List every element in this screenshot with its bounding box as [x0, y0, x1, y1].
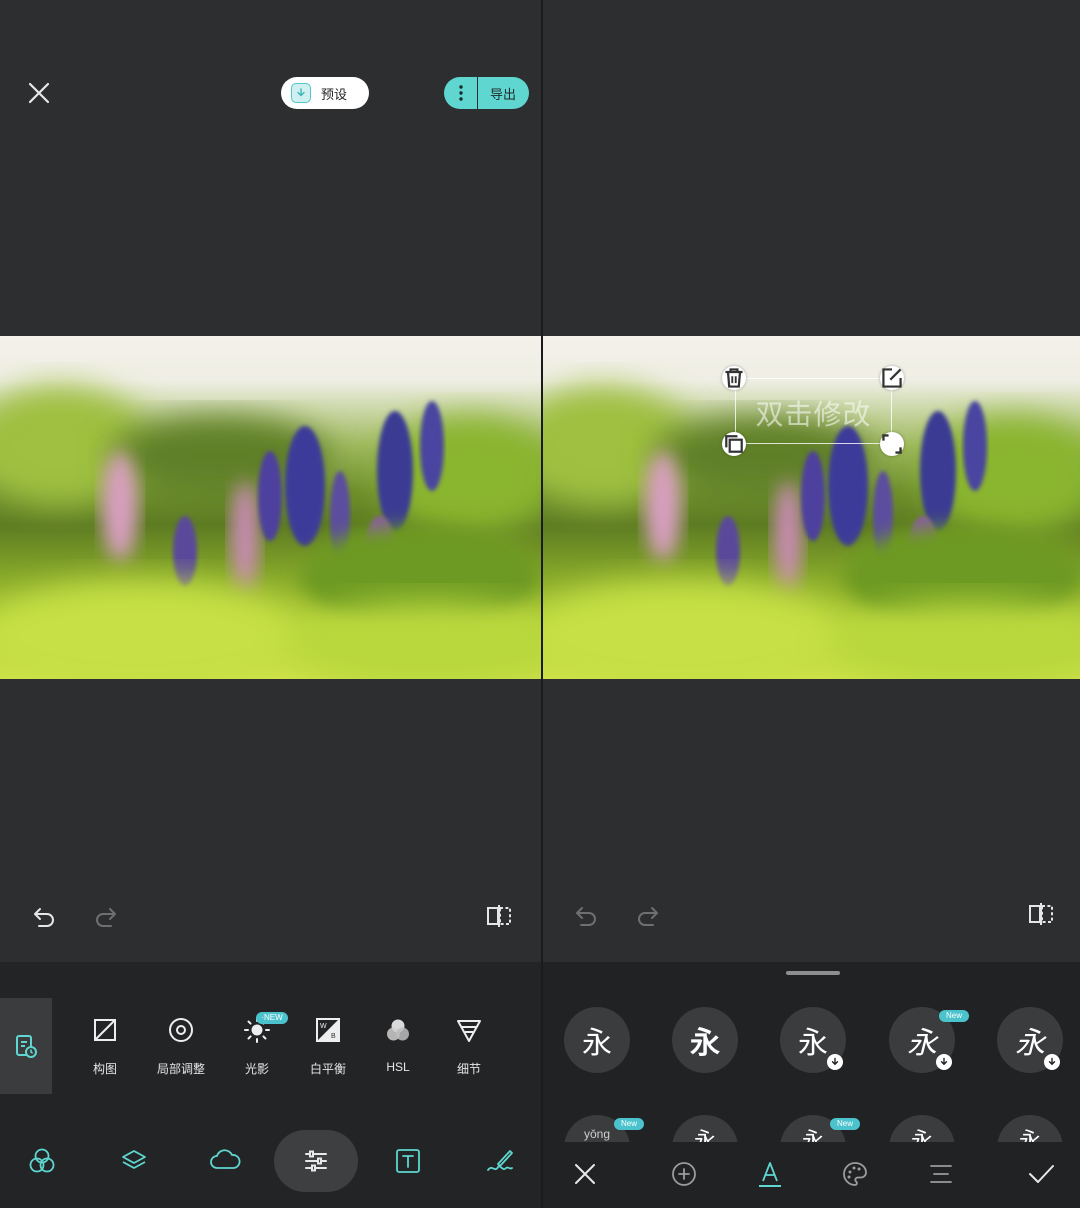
undo-icon[interactable] [28, 900, 60, 932]
font-sample: 永 [798, 1028, 828, 1063]
font-option[interactable]: 永 [564, 1007, 630, 1073]
text-overlay-placeholder[interactable]: 双击修改 [736, 393, 891, 433]
font-option[interactable]: 永 [672, 1007, 738, 1073]
tool-detail-label: 细节 [456, 1062, 481, 1076]
tab-color[interactable] [830, 1152, 880, 1196]
detail-icon [453, 1014, 485, 1046]
tool-hsl-label: HSL [386, 1060, 410, 1074]
tool-local-adjust[interactable]: 局部调整 [146, 1014, 216, 1077]
tool-local-adjust-label: 局部调整 [156, 1062, 205, 1076]
redo-icon[interactable] [632, 899, 664, 931]
undo-icon[interactable] [570, 899, 602, 931]
edit-text-icon[interactable] [880, 366, 904, 390]
new-badge: New [939, 1010, 969, 1022]
svg-text:B: B [331, 1033, 336, 1040]
confirm-button[interactable] [1016, 1152, 1066, 1196]
palette-icon [843, 1162, 867, 1186]
resize-text-icon[interactable] [880, 432, 904, 456]
font-sample: 永 [690, 1027, 720, 1060]
cloud-icon [210, 1149, 241, 1169]
new-badge: New [614, 1118, 644, 1130]
add-text-button[interactable] [659, 1152, 709, 1196]
nav-adjust[interactable] [274, 1130, 358, 1192]
nav-sky[interactable] [183, 1130, 267, 1192]
tab-bar [543, 1142, 1080, 1208]
tool-white-balance[interactable]: WB 白平衡 [293, 1014, 363, 1077]
export-label: 导出 [490, 86, 517, 102]
tool-hsl[interactable]: HSL [363, 1014, 433, 1074]
svg-text:W: W [320, 1023, 327, 1030]
close-icon [575, 1164, 595, 1184]
adjust-screen: 预设 导出 构图 局部调整 光影 ·NEW W B 白平衡 HSL 细节 [0, 0, 541, 1208]
nav-draw[interactable] [458, 1130, 541, 1192]
download-icon[interactable] [827, 1054, 843, 1070]
font-sample: 永 [582, 1026, 612, 1061]
delete-text-icon[interactable] [722, 366, 746, 390]
preset-download-icon [291, 83, 311, 103]
tool-crop-label: 构图 [92, 1062, 117, 1076]
nav-filters[interactable] [0, 1130, 84, 1192]
tab-align[interactable] [916, 1152, 966, 1196]
white-balance-icon: WB [312, 1014, 344, 1046]
download-icon[interactable] [1044, 1054, 1060, 1070]
preset-history-icon[interactable] [0, 998, 52, 1094]
compare-icon[interactable] [483, 900, 515, 932]
font-sample: yǒng [583, 1127, 611, 1141]
filters-icon [29, 1148, 55, 1173]
font-sheet: 永 永 永 永 New 永 yǒng New 永 永 New 永 永 [543, 962, 1080, 1208]
tool-detail[interactable]: 细节 [434, 1014, 504, 1077]
new-badge: ·NEW [256, 1012, 288, 1024]
adjust-sliders-icon [305, 1150, 327, 1172]
preset-label: 预设 [321, 86, 348, 102]
text-icon [396, 1149, 420, 1173]
copy-text-icon[interactable] [722, 432, 746, 456]
sheet-grabber[interactable] [786, 971, 840, 975]
download-icon[interactable] [936, 1054, 952, 1070]
photo-canvas[interactable]: 双击修改 [543, 336, 1080, 679]
preset-button[interactable]: 预设 [281, 77, 369, 109]
local-adjust-icon [165, 1014, 197, 1046]
text-screen: 双击修改 永 永 永 永 New 永 yǒng New 永 永 New 永 永 [543, 0, 1080, 1208]
crop-icon [89, 1014, 121, 1046]
font-sample: 永 [1015, 1027, 1045, 1060]
new-badge: New [830, 1118, 860, 1130]
check-icon [1029, 1165, 1054, 1183]
compare-icon[interactable] [1025, 898, 1057, 930]
tool-crop[interactable]: 构图 [70, 1014, 140, 1077]
align-icon [930, 1165, 952, 1183]
redo-icon[interactable] [90, 900, 122, 932]
more-options-icon[interactable] [444, 77, 478, 109]
font-sample: 永 [907, 1026, 937, 1061]
brush-icon [487, 1150, 513, 1171]
tool-white-balance-label: 白平衡 [309, 1062, 346, 1076]
font-style-icon [759, 1162, 781, 1187]
export-button[interactable]: 导出 [444, 77, 529, 109]
cancel-button[interactable] [560, 1152, 610, 1196]
close-icon[interactable] [24, 78, 54, 108]
photo-canvas[interactable] [0, 336, 541, 679]
layers-icon [122, 1150, 146, 1169]
hsl-icon [382, 1014, 414, 1046]
tool-light-label: 光影 [244, 1062, 269, 1076]
nav-layers[interactable] [92, 1130, 176, 1192]
font-option[interactable]: 永 [997, 1007, 1063, 1073]
nav-text[interactable] [366, 1130, 450, 1192]
font-option[interactable]: 永 [780, 1007, 846, 1073]
tools-sheet: 构图 局部调整 光影 ·NEW WB 白平衡 HSL 细节 [0, 962, 541, 1208]
add-circle-icon [672, 1162, 696, 1186]
text-overlay-box[interactable]: 双击修改 [735, 378, 892, 444]
tab-font[interactable] [745, 1152, 795, 1196]
